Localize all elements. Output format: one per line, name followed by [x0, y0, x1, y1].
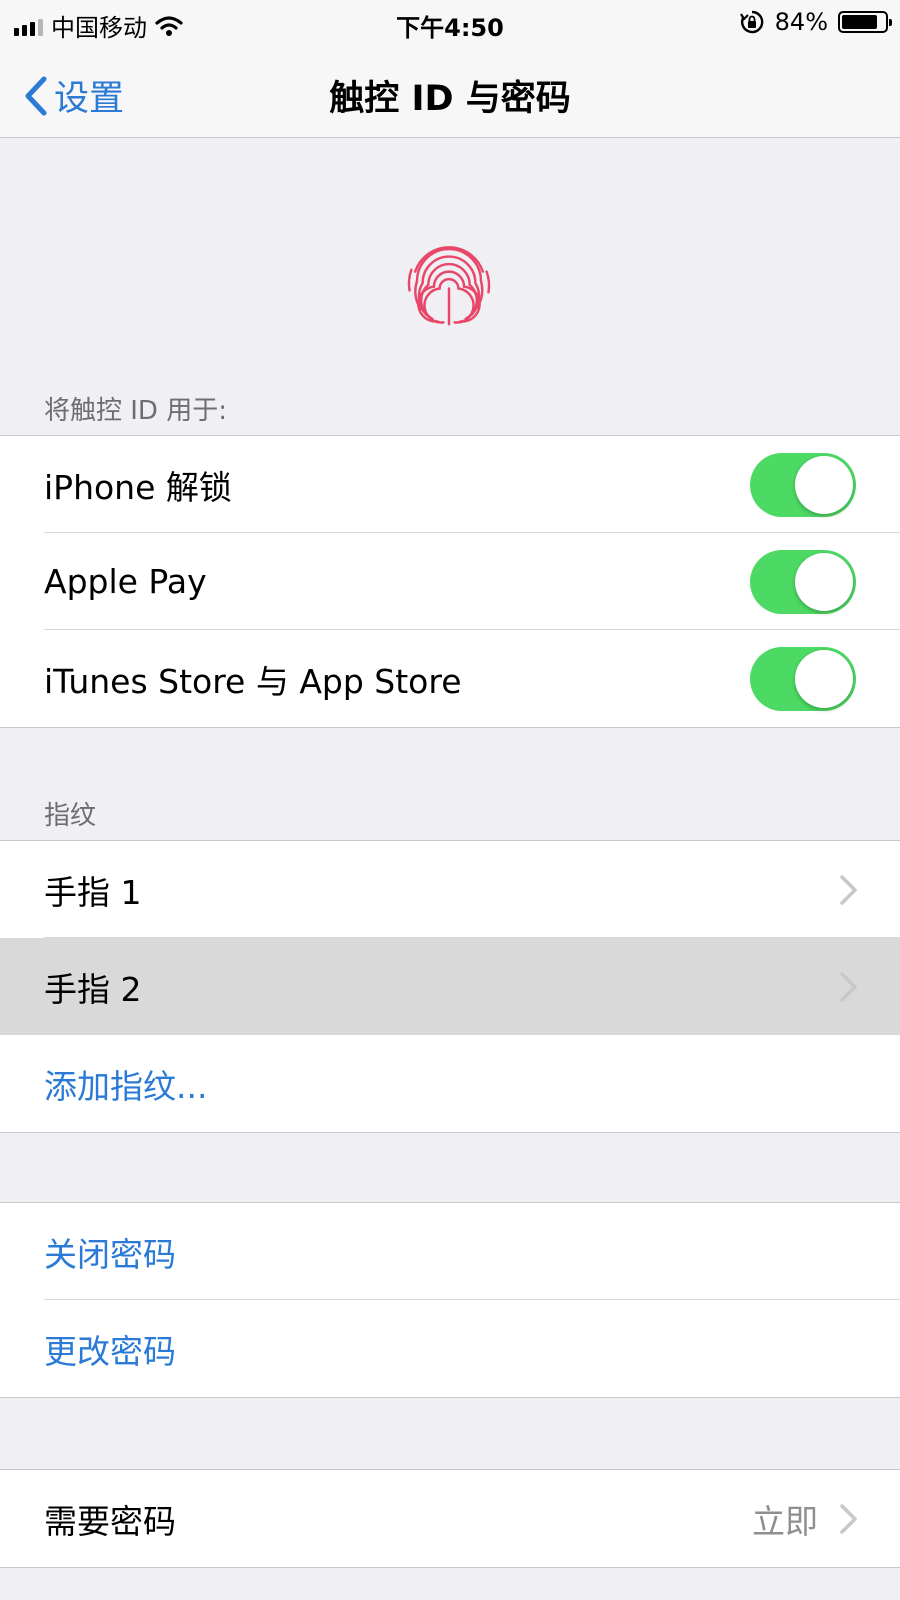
turn-off-passcode-label: 关闭密码	[44, 1234, 176, 1274]
toggle-knob	[795, 650, 853, 708]
toggle-knob	[795, 553, 853, 611]
require-passcode-label: 需要密码	[44, 1501, 176, 1541]
status-bar: 中国移动 下午4:50 84%	[0, 0, 900, 44]
option-iphone-unlock: iPhone 解锁	[0, 436, 900, 533]
chevron-right-icon	[840, 875, 857, 905]
battery-percent: 84%	[774, 8, 828, 36]
turn-off-passcode-button[interactable]: 关闭密码	[0, 1203, 900, 1300]
rotation-lock-icon	[739, 10, 764, 34]
fingerprint-icon	[407, 246, 491, 326]
passcode-group: 关闭密码 更改密码	[0, 1202, 900, 1398]
option-itunes-app-store: iTunes Store 与 App Store	[0, 630, 900, 727]
chevron-right-icon	[840, 972, 857, 1002]
battery-icon	[838, 11, 892, 33]
touch-id-options-group: iPhone 解锁 Apple Pay iTunes Store 与 App S…	[0, 435, 900, 728]
toggle-knob	[795, 456, 853, 514]
fingerprints-section-header: 指纹	[44, 801, 97, 831]
option-label: iTunes Store 与 App Store	[44, 661, 462, 701]
itunes-app-store-toggle[interactable]	[750, 647, 856, 711]
option-label: iPhone 解锁	[44, 467, 232, 507]
option-label: Apple Pay	[44, 562, 207, 601]
fingerprint-row-1[interactable]: 手指 1	[0, 841, 900, 938]
iphone-unlock-toggle[interactable]	[750, 453, 856, 517]
change-passcode-button[interactable]: 更改密码	[0, 1300, 900, 1397]
apple-pay-toggle[interactable]	[750, 550, 856, 614]
page-title: 触控 ID 与密码	[329, 79, 571, 119]
require-passcode-row[interactable]: 需要密码 立即	[0, 1470, 900, 1567]
fingerprint-label: 手指 2	[44, 969, 142, 1009]
fingerprints-group: 手指 1 手指 2 添加指纹...	[0, 840, 900, 1133]
fingerprint-row-2[interactable]: 手指 2	[0, 938, 900, 1035]
touch-id-section-header: 将触控 ID 用于:	[44, 396, 227, 426]
option-apple-pay: Apple Pay	[0, 533, 900, 630]
add-fingerprint-button[interactable]: 添加指纹...	[0, 1035, 900, 1132]
require-passcode-group: 需要密码 立即	[0, 1469, 900, 1568]
require-passcode-value: 立即	[752, 1501, 818, 1541]
change-passcode-label: 更改密码	[44, 1331, 176, 1371]
fingerprint-label: 手指 1	[44, 872, 142, 912]
add-fingerprint-label: 添加指纹...	[44, 1066, 208, 1106]
chevron-right-icon	[840, 1504, 857, 1534]
navigation-bar: 设置 触控 ID 与密码	[0, 44, 900, 138]
status-right: 84%	[739, 8, 892, 36]
